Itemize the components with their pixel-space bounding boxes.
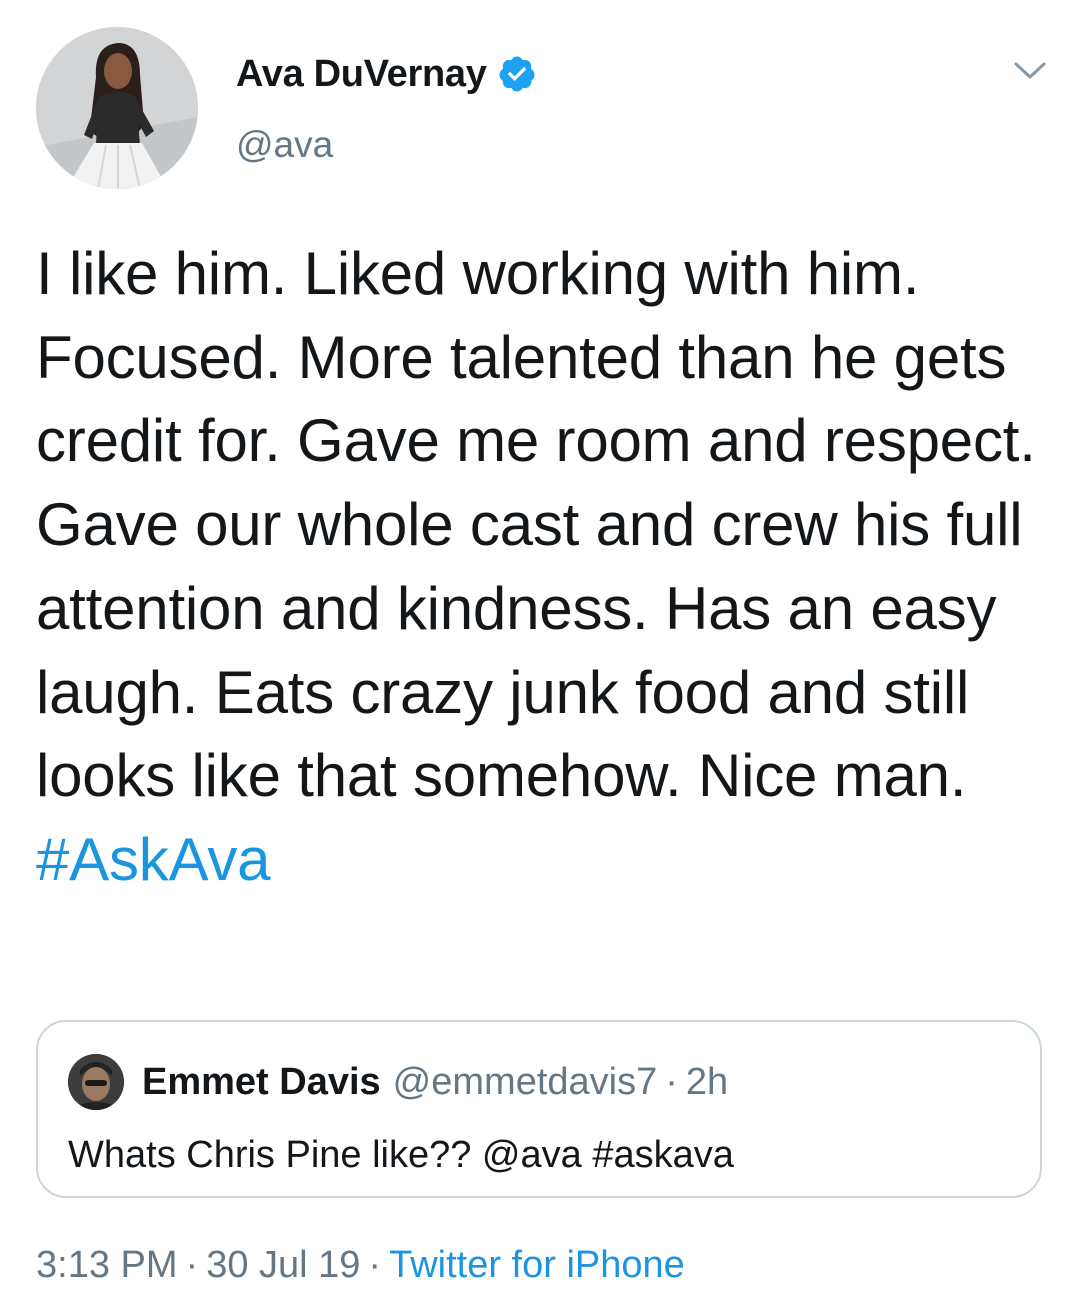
quoted-author-name[interactable]: Emmet Davis xyxy=(142,1061,381,1104)
hashtag-link[interactable]: #AskAva xyxy=(36,826,270,893)
separator-dot: · xyxy=(368,1244,382,1286)
quoted-author-avatar[interactable] xyxy=(68,1054,124,1110)
verified-badge-icon xyxy=(499,56,535,92)
quoted-tweet-header: Emmet Davis @emmetdavis7 · 2h xyxy=(142,1054,728,1110)
tweet-date[interactable]: 30 Jul 19 xyxy=(206,1244,360,1286)
chevron-down-icon[interactable] xyxy=(1012,56,1048,84)
tweet-source-link[interactable]: Twitter for iPhone xyxy=(389,1244,685,1286)
quoted-author-handle[interactable]: @emmetdavis7 xyxy=(393,1061,658,1104)
quoted-tweet-card[interactable]: Emmet Davis @emmetdavis7 · 2h Whats Chri… xyxy=(36,1020,1042,1198)
quoted-tweet-time[interactable]: 2h xyxy=(686,1061,728,1104)
author-name-row[interactable]: Ava DuVernay xyxy=(236,50,537,98)
tweet-time[interactable]: 3:13 PM xyxy=(36,1244,178,1286)
author-avatar[interactable] xyxy=(36,27,198,189)
author-handle[interactable]: @ava xyxy=(236,124,333,166)
tweet-meta: 3:13 PM · 30 Jul 19 · Twitter for iPhone xyxy=(36,1244,685,1287)
separator-dot: · xyxy=(185,1244,199,1286)
quoted-tweet-text: Whats Chris Pine like?? @ava #askava xyxy=(68,1134,734,1176)
profile-photo xyxy=(36,27,198,189)
tweet-body: I like him. Liked working with him. Focu… xyxy=(36,240,1036,810)
author-display-name[interactable]: Ava DuVernay xyxy=(236,53,487,96)
profile-photo xyxy=(68,1054,124,1110)
separator-dot: · xyxy=(665,1060,678,1103)
tweet-text: I like him. Liked working with him. Focu… xyxy=(36,232,1046,902)
